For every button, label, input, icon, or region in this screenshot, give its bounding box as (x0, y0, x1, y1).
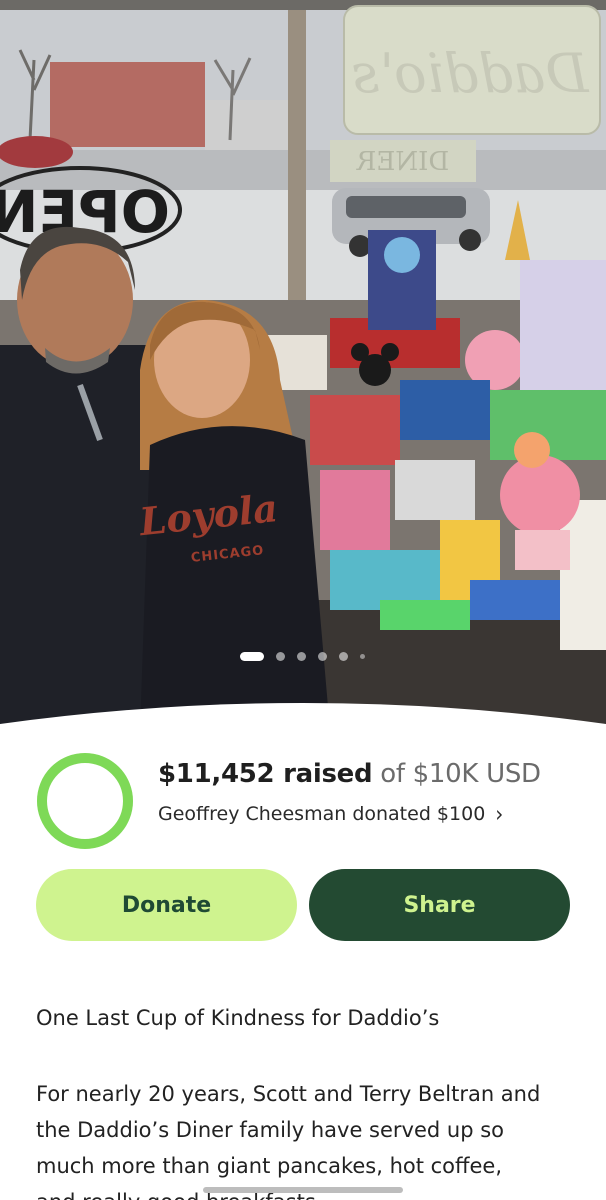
hero-illustration: Daddio's DINER OPEN Loyola CHICAGO (0, 0, 606, 730)
content-panel-edge (0, 703, 606, 760)
story-line: the Daddio’s Diner family have served up… (36, 1118, 504, 1142)
progress-ring-icon (37, 753, 133, 849)
carousel-dot[interactable] (318, 652, 327, 661)
story-body: For nearly 20 years, Scott and Terry Bel… (36, 1076, 576, 1200)
raised-amount: $11,452 raised (158, 759, 373, 789)
share-button[interactable]: Share (309, 869, 570, 941)
goal-amount: of $10K USD (380, 759, 541, 789)
recent-donation-link[interactable]: Geoffrey Cheesman donated $100 › (158, 800, 504, 828)
home-indicator[interactable] (203, 1187, 403, 1193)
progress-arc (37, 753, 133, 849)
carousel-dot[interactable] (297, 652, 306, 661)
carousel-dot[interactable] (276, 652, 285, 661)
donate-button[interactable]: Donate (36, 869, 297, 941)
carousel-indicator[interactable] (240, 652, 365, 661)
carousel-dot[interactable] (360, 654, 365, 659)
diner-sign-subtext: DINER (355, 147, 449, 177)
chevron-right-icon: › (495, 800, 504, 828)
progress-summary[interactable]: $11,452 raised of $10K USD Geoffrey Chee… (36, 752, 576, 852)
hero-photo[interactable]: Daddio's DINER OPEN Loyola CHICAGO (0, 0, 606, 730)
fundraiser-page: Daddio's DINER OPEN Loyola CHICAGO $11,4… (0, 0, 606, 1200)
diner-sign-text: Daddio's (352, 42, 590, 105)
carousel-dot-active[interactable] (240, 652, 264, 661)
story-line: much more than giant pancakes, hot coffe… (36, 1154, 503, 1178)
amount-raised: $11,452 raised of $10K USD (158, 759, 541, 789)
recent-donation-text: Geoffrey Cheesman donated $100 (158, 803, 486, 825)
story-title: One Last Cup of Kindness for Daddio’s (36, 1006, 440, 1030)
carousel-dot[interactable] (339, 652, 348, 661)
story-line: For nearly 20 years, Scott and Terry Bel… (36, 1082, 541, 1106)
